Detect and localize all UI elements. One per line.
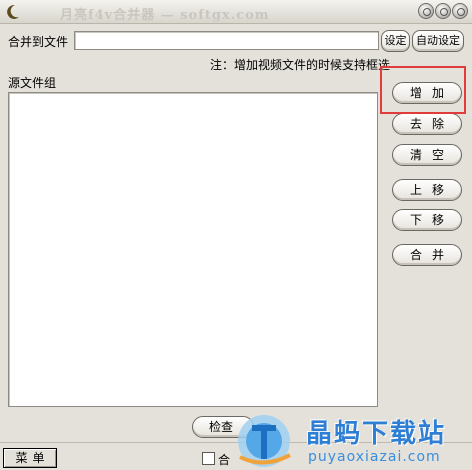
clear-button[interactable]: 清空	[392, 144, 462, 166]
add-button[interactable]: 增加	[392, 82, 462, 104]
close-button[interactable]	[452, 3, 468, 19]
site-watermark: 晶蚂下载站 puyaoxiazai.com	[230, 405, 472, 470]
source-file-list[interactable]	[8, 92, 378, 407]
remove-button[interactable]: 去除	[392, 113, 462, 135]
title-bar: 月亮f4v合并器 — softgx.com	[0, 0, 472, 24]
moon-app-icon	[7, 4, 19, 19]
check-button[interactable]: 检查	[192, 416, 254, 438]
merge-to-file-label: 合并到文件	[8, 35, 69, 49]
auto-set-button[interactable]: 自动设定	[412, 30, 464, 52]
window-title: 月亮f4v合并器 — softgx.com	[60, 8, 270, 23]
merge-option-checkbox[interactable]	[202, 452, 215, 465]
set-button[interactable]: 设定	[381, 30, 410, 52]
note-text: 注：增加视频文件的时候支持框选	[210, 58, 391, 72]
maximize-button[interactable]	[435, 3, 451, 19]
bottom-divider	[0, 442, 472, 443]
move-up-button[interactable]: 上移	[392, 179, 462, 201]
move-down-button[interactable]: 下移	[392, 209, 462, 231]
output-file-input[interactable]	[74, 31, 379, 50]
watermark-url: puyaoxiazai.com	[308, 449, 441, 465]
watermark-brand: 晶蚂下载站	[306, 419, 447, 449]
merge-button[interactable]: 合并	[392, 244, 462, 266]
minimize-button[interactable]	[418, 3, 434, 19]
menu-button[interactable]: 菜单	[3, 448, 57, 468]
merge-option-label: 合	[218, 453, 231, 467]
source-group-label: 源文件组	[8, 76, 57, 90]
